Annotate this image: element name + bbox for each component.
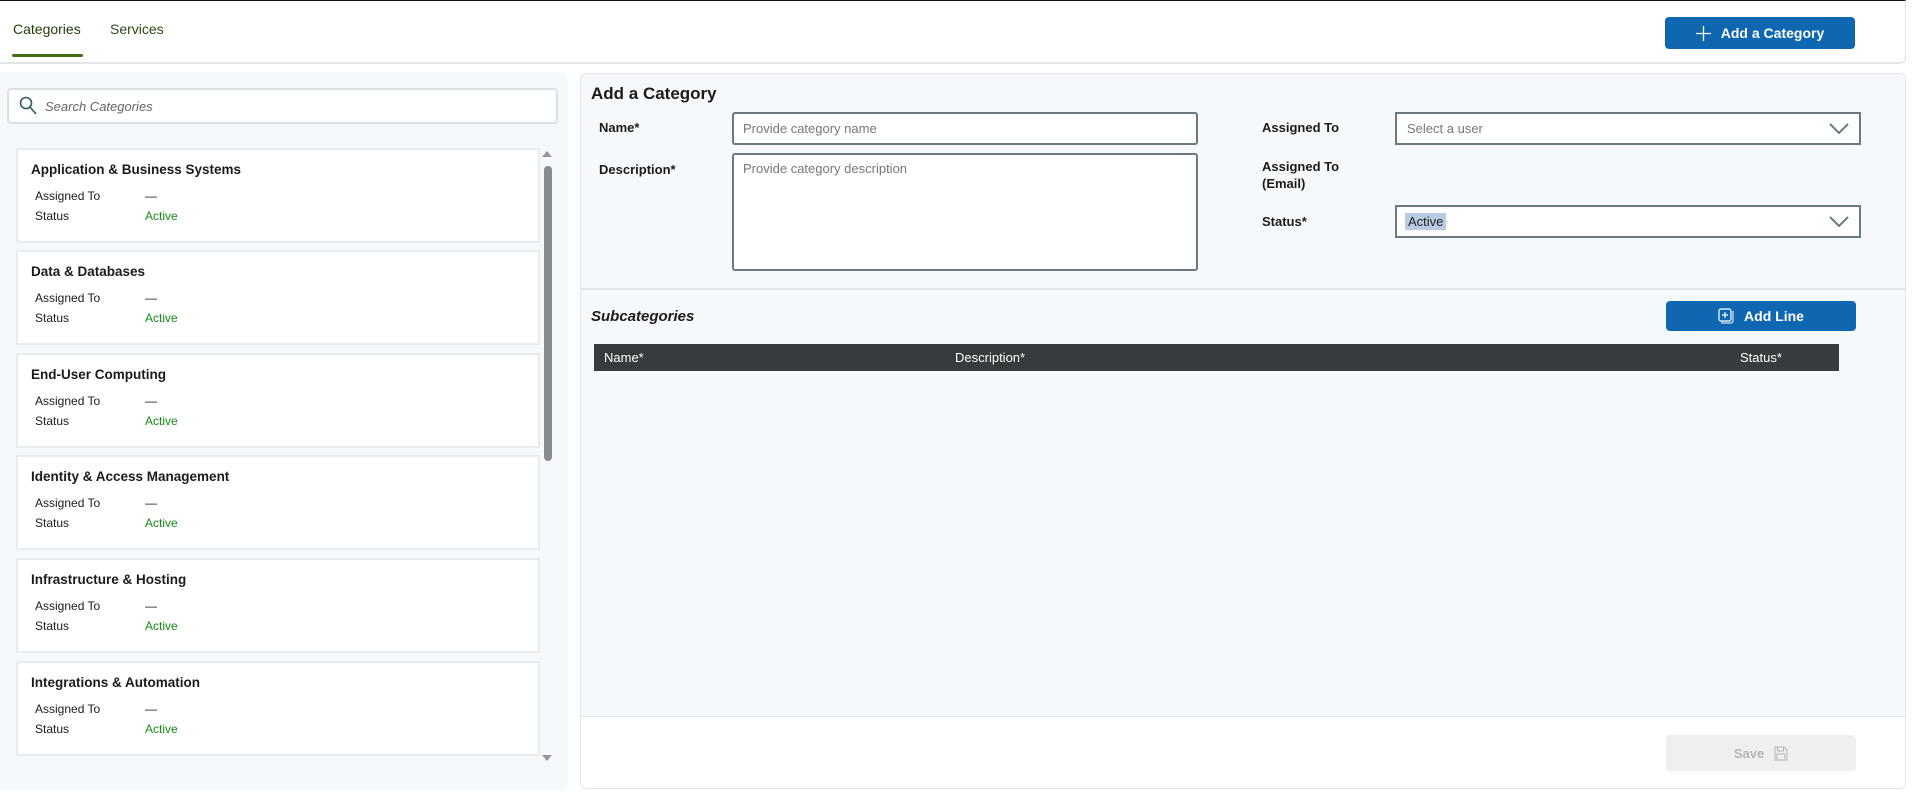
description-label: Description* xyxy=(599,162,676,177)
category-name: Infrastructure & Hosting xyxy=(31,572,187,587)
form-footer: Save xyxy=(581,716,1905,788)
status-value: Active xyxy=(145,619,178,633)
name-label: Name* xyxy=(599,120,640,135)
status-value: Active xyxy=(145,722,178,736)
scrollbar-thumb[interactable] xyxy=(544,166,552,461)
assigned-to-value: — xyxy=(145,496,157,510)
tab-categories[interactable]: Categories xyxy=(13,21,81,37)
assigned-to-label: Assigned To xyxy=(35,496,101,510)
scroll-up-icon[interactable] xyxy=(542,150,552,158)
status-label: Status xyxy=(35,414,70,428)
active-tab-indicator xyxy=(12,54,83,57)
category-card[interactable]: Integrations & Automation Assigned To — … xyxy=(16,661,540,756)
search-box[interactable] xyxy=(7,88,558,124)
assigned-email-label: Assigned To xyxy=(1262,159,1340,174)
category-name: Identity & Access Management xyxy=(31,469,230,484)
top-bar: Categories Services Add a Category xyxy=(0,0,1906,64)
status-label: Status xyxy=(35,516,70,530)
assigned-to-value: — xyxy=(145,599,157,613)
scroll-down-icon[interactable] xyxy=(542,754,552,762)
category-name: Data & Databases xyxy=(31,264,146,279)
assigned-to-label: Assigned To xyxy=(35,394,101,408)
category-form-panel: Add a Category Name* Provide category na… xyxy=(580,73,1906,789)
status-value: Active xyxy=(145,414,178,428)
status-label: Status xyxy=(35,722,70,736)
assigned-to-label: Assigned To xyxy=(35,291,101,305)
column-status: Status* xyxy=(1740,350,1782,365)
add-line-label: Add Line xyxy=(1744,308,1804,324)
category-card[interactable]: Identity & Access Management Assigned To… xyxy=(16,455,540,550)
assigned-to-value: — xyxy=(145,702,157,716)
status-label: Status xyxy=(35,311,70,325)
add-box-icon xyxy=(1718,308,1734,324)
chevron-down-icon xyxy=(1829,215,1849,227)
status-value: Active xyxy=(145,311,178,325)
category-name: Integrations & Automation xyxy=(31,675,200,690)
subcategories-table-header: Name* Description* Status* xyxy=(594,344,1839,371)
form-title: Add a Category xyxy=(591,84,717,103)
status-value: Active xyxy=(1405,213,1447,230)
status-value: Active xyxy=(145,209,178,223)
add-category-label: Add a Category xyxy=(1720,25,1825,41)
plus-icon xyxy=(1695,25,1711,41)
assigned-email-label-suffix: (Email) xyxy=(1262,176,1306,191)
category-name: Application & Business Systems xyxy=(31,162,242,177)
chevron-down-icon xyxy=(1829,122,1849,134)
category-card[interactable]: Data & Databases Assigned To — Status Ac… xyxy=(16,250,540,345)
assigned-to-placeholder: Select a user xyxy=(1407,121,1483,136)
subcategories-title: Subcategories xyxy=(591,308,695,325)
category-name: End-User Computing xyxy=(31,367,166,382)
status-value: Active xyxy=(145,516,178,530)
save-button[interactable]: Save xyxy=(1666,735,1856,771)
category-card[interactable]: End-User Computing Assigned To — Status … xyxy=(16,353,540,448)
name-input[interactable]: Provide category name xyxy=(732,112,1198,145)
description-textarea[interactable]: Provide category description xyxy=(732,153,1198,271)
assigned-to-label: Assigned To xyxy=(35,702,101,716)
status-label: Status xyxy=(35,619,70,633)
tab-services[interactable]: Services xyxy=(110,21,164,37)
assigned-to-value: — xyxy=(145,189,157,203)
assigned-to-select[interactable]: Select a user xyxy=(1395,112,1861,145)
category-card[interactable]: Application & Business Systems Assigned … xyxy=(16,148,540,243)
column-description: Description* xyxy=(955,350,1026,365)
description-placeholder: Provide category description xyxy=(743,161,908,176)
add-line-button[interactable]: Add Line xyxy=(1666,301,1856,331)
search-input[interactable] xyxy=(45,98,525,114)
assigned-to-value: — xyxy=(145,291,157,305)
assigned-to-value: — xyxy=(145,394,157,408)
save-label: Save xyxy=(1733,745,1765,761)
add-category-button[interactable]: Add a Category xyxy=(1665,17,1855,49)
assigned-to-label: Assigned To xyxy=(35,189,101,203)
search-icon xyxy=(19,96,37,115)
status-select[interactable]: Active xyxy=(1395,205,1861,238)
save-icon xyxy=(1774,746,1788,760)
assigned-to-label: Assigned To xyxy=(1262,120,1340,135)
assigned-to-label: Assigned To xyxy=(35,599,101,613)
category-card[interactable]: Infrastructure & Hosting Assigned To — S… xyxy=(16,558,540,653)
column-name: Name* xyxy=(604,350,644,365)
status-label: Status* xyxy=(1262,214,1307,229)
status-label: Status xyxy=(35,209,70,223)
name-placeholder: Provide category name xyxy=(743,121,877,136)
category-form: Add a Category Name* Provide category na… xyxy=(581,74,1905,290)
